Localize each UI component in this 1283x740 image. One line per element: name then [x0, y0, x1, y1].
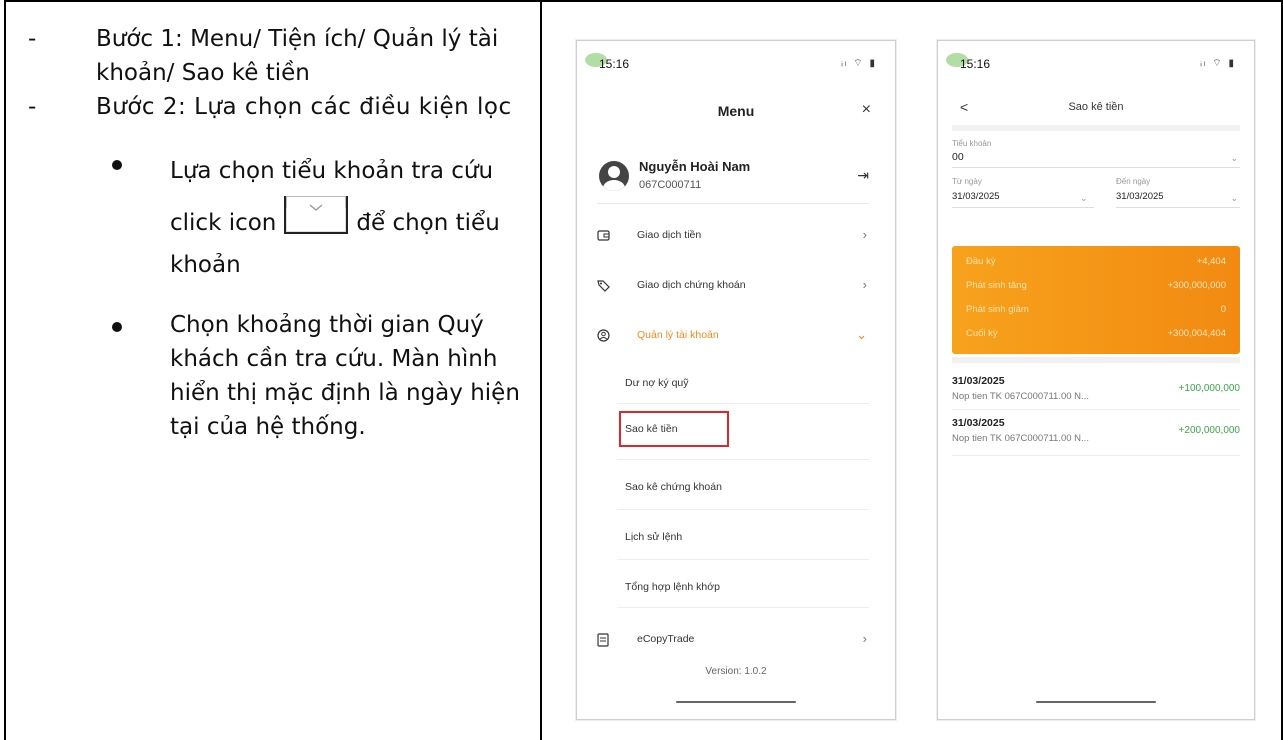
screen-title: Sao kê tiền	[1068, 101, 1124, 113]
wallet-icon	[597, 229, 611, 243]
subaccount-select[interactable]: 00	[952, 151, 964, 163]
menu-item-label: Giao dịch chứng khoán	[637, 279, 746, 291]
transaction-date: 31/03/2025	[952, 417, 1005, 429]
table-column-divider	[540, 0, 542, 740]
chevron-right-icon: ›	[862, 631, 867, 646]
menu-item-label: Giao dịch tiền	[637, 229, 702, 241]
from-date-field[interactable]: 31/03/2025	[952, 191, 1000, 202]
divider	[952, 125, 1240, 131]
statement-screenshot: 15:16 ᵢₗ ⌔ ▮ < Sao kê tiền Tiểu khoản 00…	[937, 40, 1255, 720]
divider	[952, 357, 1240, 363]
summary-row: Phát sinh giảm 0	[966, 304, 1226, 315]
status-time: 15:16	[960, 57, 991, 71]
field-underline	[1116, 207, 1240, 208]
summary-row: Cuối kỳ +300,004,404	[966, 328, 1226, 339]
signal-wifi-battery-icon: ᵢₗ ⌔ ▮	[841, 58, 877, 69]
summary-value: +300,004,404	[1167, 328, 1226, 339]
chevron-down-icon[interactable]: ⌄	[1230, 153, 1238, 164]
to-date-field[interactable]: 31/03/2025	[1116, 191, 1164, 202]
summary-label: Cuối kỳ	[966, 328, 998, 339]
step-dash: -	[28, 26, 37, 52]
menu-screenshot: 15:16 ᵢₗ ⌔ ▮ Menu × Nguyễn Hoài Nam 067C…	[576, 40, 896, 720]
summary-label: Đầu kỳ	[966, 256, 996, 267]
menu-title: Menu	[717, 103, 755, 119]
avatar	[599, 161, 629, 191]
document-page: - Bước 1: Menu/ Tiện ích/ Quản lý tài kh…	[0, 0, 1283, 740]
transaction-row[interactable]: 31/03/2025 Nop tien TK 067C000711.00 N..…	[952, 375, 1240, 421]
transaction-note: Nop tien TK 067C000711.00 N...	[952, 433, 1089, 444]
divider	[617, 403, 869, 404]
field-underline	[952, 167, 1240, 168]
document-icon	[597, 633, 611, 647]
bullet-dot	[112, 160, 122, 170]
bullet-1: Lựa chọn tiểu khoản tra cứu click icon để…	[0, 146, 530, 282]
summary-card: Đầu kỳ +4,404 Phát sinh tăng +300,000,000 …	[952, 246, 1240, 354]
chevron-right-icon: ›	[862, 277, 867, 292]
chevron-down-icon[interactable]: ⌄	[1230, 193, 1238, 204]
menu-item-ecopytrade[interactable]: eCopyTrade ›	[597, 625, 875, 663]
chevron-down-icon	[309, 204, 323, 211]
summary-label: Phát sinh tăng	[966, 280, 1027, 291]
status-bar: 15:16 ᵢₗ ⌔ ▮	[577, 51, 895, 77]
signal-wifi-battery-icon: ᵢₗ ⌔ ▮	[1200, 58, 1236, 69]
step-1-text: Bước 1: Menu/ Tiện ích/ Quản lý tài khoả…	[96, 26, 499, 86]
home-indicator	[1036, 701, 1156, 703]
close-icon[interactable]: ×	[862, 101, 871, 119]
transaction-row[interactable]: 31/03/2025 Nop tien TK 067C000711.00 N..…	[952, 417, 1240, 463]
summary-row: Phát sinh tăng +300,000,000	[966, 280, 1226, 291]
app-version: Version: 1.0.2	[705, 666, 767, 677]
step-dash: -	[28, 94, 37, 120]
highlight-box	[619, 411, 729, 447]
step-2: - Bước 2: Lựa chọn các điều kiện lọc	[0, 90, 528, 124]
summary-label: Phát sinh giảm	[966, 304, 1029, 315]
user-name: Nguyễn Hoài Nam	[639, 159, 751, 174]
menu-item-giao-dich-tien[interactable]: Giao dịch tiền ›	[597, 221, 875, 259]
account-icon	[597, 329, 611, 343]
field-underline	[952, 207, 1094, 208]
summary-value: 0	[1220, 304, 1226, 315]
menu-item-quan-ly-tai-khoan[interactable]: Quản lý tài khoản ⌄	[597, 321, 875, 359]
divider	[597, 203, 869, 204]
step-1: - Bước 1: Menu/ Tiện ích/ Quản lý tài kh…	[0, 22, 528, 90]
step-2-text: Bước 2: Lựa chọn các điều kiện lọc	[96, 94, 512, 120]
transaction-note: Nop tien TK 067C000711.00 N...	[952, 391, 1089, 402]
subaccount-label: Tiểu khoản	[952, 139, 992, 148]
divider	[617, 509, 869, 510]
submenu-lich-su-lenh[interactable]: Lịch sử lệnh	[625, 531, 682, 543]
submenu-tong-hop-lenh-khop[interactable]: Tổng hợp lệnh khớp	[625, 581, 720, 593]
transaction-amount: +200,000,000	[1178, 425, 1240, 436]
submenu-sao-ke-chung-khoan[interactable]: Sao kê chứng khoán	[625, 481, 722, 493]
transaction-date: 31/03/2025	[952, 375, 1005, 387]
bullet-2-text: Chọn khoảng thời gian Quý khách cần tra …	[170, 312, 520, 440]
bullet-2: Chọn khoảng thời gian Quý khách cần tra …	[0, 308, 530, 444]
submenu-du-no-ky-quy[interactable]: Dư nợ ký quỹ	[625, 377, 689, 389]
logout-icon[interactable]: ⇥	[857, 167, 869, 184]
account-number: 067C000711	[639, 179, 702, 191]
menu-item-label: Quản lý tài khoản	[637, 329, 719, 341]
status-time: 15:16	[599, 57, 630, 71]
dropdown-icon-illustration	[284, 196, 349, 234]
chevron-down-icon[interactable]: ⌄	[1080, 193, 1088, 204]
instructions-cell: - Bước 1: Menu/ Tiện ích/ Quản lý tài kh…	[0, 22, 540, 444]
user-profile: Nguyễn Hoài Nam 067C000711 ⇥	[599, 159, 895, 209]
tag-icon	[597, 279, 611, 293]
divider	[617, 559, 869, 560]
chevron-right-icon: ›	[862, 227, 867, 242]
menu-item-label: eCopyTrade	[637, 633, 695, 645]
chevron-down-icon: ⌄	[856, 327, 867, 342]
from-date-label: Từ ngày	[952, 177, 982, 186]
bullet-dot	[112, 322, 122, 332]
divider	[952, 455, 1240, 456]
summary-value: +4,404	[1196, 256, 1226, 267]
menu-item-giao-dich-chung-khoan[interactable]: Giao dịch chứng khoán ›	[597, 271, 875, 309]
divider	[952, 409, 1240, 410]
divider	[617, 459, 869, 460]
summary-row: Đầu kỳ +4,404	[966, 256, 1226, 267]
to-date-label: Đến ngày	[1116, 177, 1151, 186]
status-bar: 15:16 ᵢₗ ⌔ ▮	[938, 51, 1254, 77]
home-indicator	[676, 701, 796, 703]
summary-value: +300,000,000	[1167, 280, 1226, 291]
divider	[617, 607, 869, 608]
transaction-amount: +100,000,000	[1178, 383, 1240, 394]
